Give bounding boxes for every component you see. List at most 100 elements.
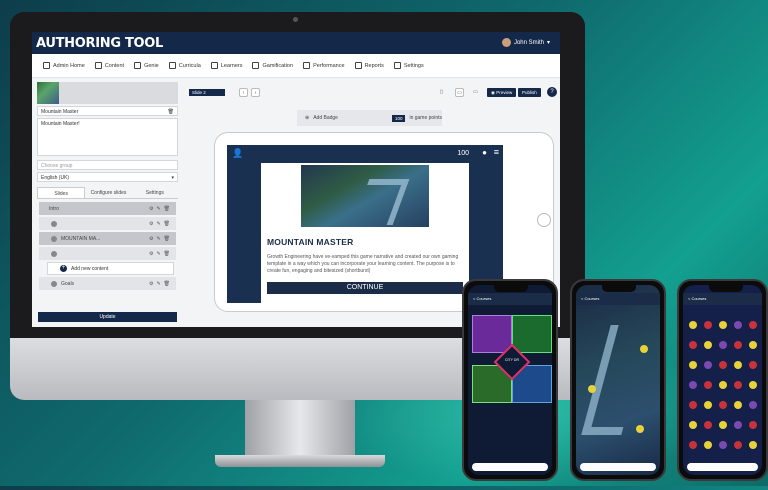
game-orb[interactable] bbox=[719, 341, 727, 349]
points-select[interactable]: 100 bbox=[391, 114, 406, 122]
row-actions[interactable]: ⚙✎🗑 bbox=[149, 236, 173, 242]
name-field[interactable]: Mountain Master 🗑 bbox=[37, 106, 178, 116]
prev-slide-button[interactable]: ‹ bbox=[239, 88, 248, 97]
game-orb[interactable] bbox=[749, 421, 757, 429]
game-orb[interactable] bbox=[749, 341, 757, 349]
phone-bottom-bar bbox=[687, 463, 758, 471]
game-orb[interactable] bbox=[749, 361, 757, 369]
nav-settings[interactable]: Settings bbox=[389, 54, 429, 78]
publish-button[interactable]: Publish bbox=[518, 88, 541, 97]
game-orb[interactable] bbox=[734, 341, 742, 349]
slide-row[interactable]: ⚙✎🗑 bbox=[39, 247, 176, 260]
game-orb[interactable] bbox=[689, 381, 697, 389]
slide-icon bbox=[51, 220, 57, 227]
monitor-foot bbox=[215, 455, 385, 467]
quadrant-green[interactable] bbox=[512, 315, 552, 353]
desktop-view-icon[interactable]: ▭ bbox=[471, 88, 480, 97]
nav-admin-home[interactable]: Admin Home bbox=[38, 54, 90, 78]
game-orb[interactable] bbox=[719, 441, 727, 449]
game-orb[interactable] bbox=[689, 361, 697, 369]
tab-settings[interactable]: Settings bbox=[132, 187, 178, 198]
game-orb[interactable] bbox=[704, 401, 712, 409]
game-orb[interactable] bbox=[689, 321, 697, 329]
thumbnail-image bbox=[37, 82, 59, 104]
slide-row[interactable]: Intro ⚙✎🗑 bbox=[39, 202, 176, 215]
game-orb[interactable] bbox=[734, 401, 742, 409]
language-select[interactable]: English (UK) ▾ bbox=[37, 172, 178, 182]
nav-curricula[interactable]: Curricula bbox=[164, 54, 206, 78]
level-node[interactable] bbox=[588, 385, 596, 393]
tab-slides[interactable]: Slides bbox=[37, 187, 86, 198]
game-path bbox=[352, 179, 410, 225]
update-button[interactable]: Update bbox=[38, 312, 177, 322]
slide-row[interactable]: MOUNTAIN MA... ⚙✎🗑 bbox=[39, 232, 176, 245]
description-field[interactable]: Mountain Master! bbox=[37, 118, 178, 156]
goals-row[interactable]: Goals ⚙✎🗑 bbox=[39, 277, 176, 290]
game-orb[interactable] bbox=[689, 341, 697, 349]
learners-icon bbox=[210, 62, 218, 69]
next-slide-button[interactable]: › bbox=[251, 88, 260, 97]
help-button[interactable]: ? bbox=[547, 87, 557, 97]
phone-mockup-2: < Courses bbox=[570, 279, 666, 481]
content-thumbnail[interactable] bbox=[37, 82, 178, 104]
level-node[interactable] bbox=[636, 425, 644, 433]
game-orb[interactable] bbox=[704, 381, 712, 389]
user-menu[interactable]: John Smith ▾ bbox=[501, 38, 550, 47]
game-orb[interactable] bbox=[749, 321, 757, 329]
preview-button[interactable]: ◉ Preview bbox=[487, 88, 517, 97]
game-orb[interactable] bbox=[704, 441, 712, 449]
plus-circle-icon[interactable]: ⊕ bbox=[305, 115, 309, 121]
phone-header[interactable]: < Courses bbox=[468, 293, 552, 305]
avatar-icon[interactable]: ● bbox=[482, 148, 487, 157]
row-actions[interactable]: ⚙✎🗑 bbox=[149, 281, 173, 287]
level-node[interactable] bbox=[640, 345, 648, 353]
group-select[interactable]: Choose group bbox=[37, 160, 178, 170]
phone-view-icon[interactable]: ▯ bbox=[437, 88, 446, 97]
nav-reports[interactable]: Reports bbox=[350, 54, 389, 78]
tab-configure-slides[interactable]: Configure slides bbox=[85, 187, 131, 198]
nav-performance[interactable]: Performance bbox=[298, 54, 350, 78]
nav-gamification[interactable]: Gamification bbox=[247, 54, 298, 78]
add-new-content-button[interactable]: + Add new content bbox=[47, 262, 174, 275]
row-actions[interactable]: ⚙✎🗑 bbox=[149, 251, 173, 257]
game-orb[interactable] bbox=[689, 401, 697, 409]
row-actions[interactable]: ⚙✎🗑 bbox=[149, 206, 173, 212]
game-orb[interactable] bbox=[704, 341, 712, 349]
goals-icon bbox=[51, 280, 57, 287]
slide-select[interactable]: Slide 2 bbox=[189, 89, 225, 96]
game-orb[interactable] bbox=[704, 361, 712, 369]
game-orb[interactable] bbox=[734, 381, 742, 389]
game-orb[interactable] bbox=[749, 441, 757, 449]
nav-genie[interactable]: Genie bbox=[129, 54, 164, 78]
add-badge-label[interactable]: Add Badge bbox=[313, 115, 338, 121]
game-orb[interactable] bbox=[734, 361, 742, 369]
game-orb[interactable] bbox=[704, 421, 712, 429]
game-orb[interactable] bbox=[719, 361, 727, 369]
tablet-view-icon[interactable]: ▭ bbox=[455, 88, 464, 97]
slide-row[interactable]: ⚙✎🗑 bbox=[39, 217, 176, 230]
game-orb[interactable] bbox=[734, 321, 742, 329]
webcam bbox=[293, 17, 298, 22]
game-orb[interactable] bbox=[719, 381, 727, 389]
game-orb[interactable] bbox=[734, 421, 742, 429]
slide-title: MOUNTAIN MASTER bbox=[267, 237, 354, 247]
phone-header[interactable]: < Courses bbox=[576, 293, 660, 305]
row-actions[interactable]: ⚙✎🗑 bbox=[149, 221, 173, 227]
slide-icon bbox=[51, 250, 57, 257]
continue-button[interactable]: CONTINUE bbox=[267, 282, 463, 294]
game-orb[interactable] bbox=[719, 321, 727, 329]
game-orb[interactable] bbox=[734, 441, 742, 449]
game-orb[interactable] bbox=[689, 421, 697, 429]
quadrant-purple[interactable] bbox=[472, 315, 512, 353]
game-orb[interactable] bbox=[719, 401, 727, 409]
game-orb[interactable] bbox=[749, 401, 757, 409]
game-orb[interactable] bbox=[704, 321, 712, 329]
game-orb[interactable] bbox=[749, 381, 757, 389]
nav-content[interactable]: Content bbox=[90, 54, 129, 78]
hamburger-icon[interactable]: ≡ bbox=[494, 147, 499, 157]
phone-header[interactable]: < Courses bbox=[683, 293, 762, 305]
nav-learners[interactable]: Learners bbox=[206, 54, 248, 78]
game-orb[interactable] bbox=[689, 441, 697, 449]
game-orb[interactable] bbox=[719, 421, 727, 429]
trash-icon[interactable]: 🗑 bbox=[168, 109, 174, 115]
